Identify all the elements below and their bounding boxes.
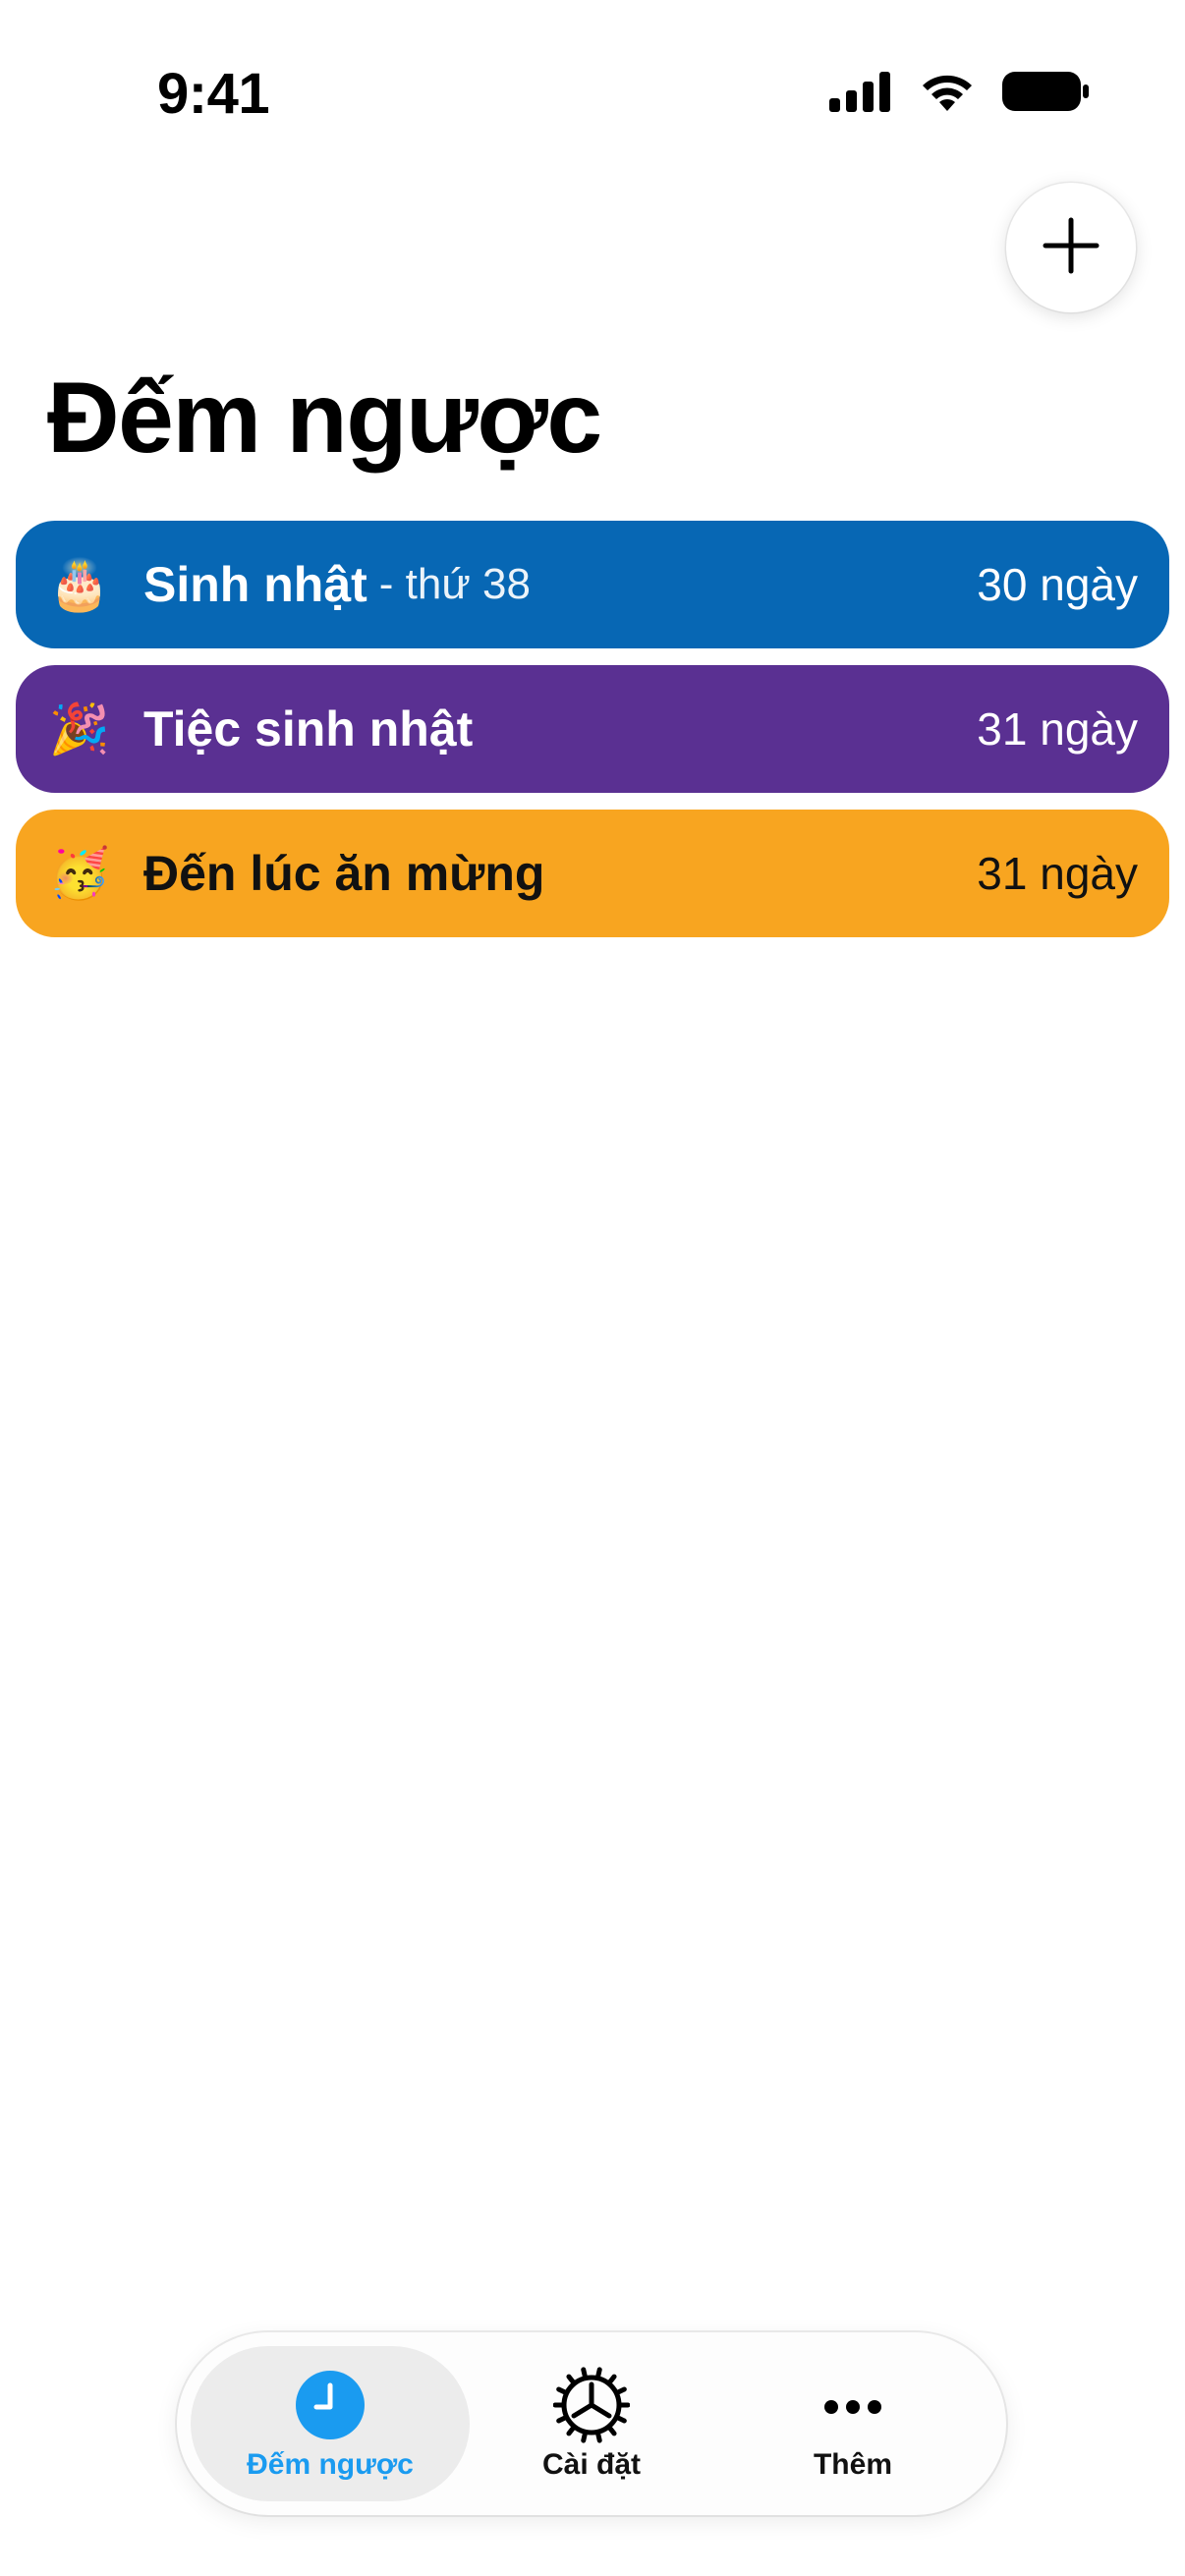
cellular-signal-icon [829,71,892,117]
status-icons [829,69,1091,118]
gear-icon [552,2366,631,2444]
countdown-title: Đến lúc ăn mừng [143,846,545,901]
countdown-title: Sinh nhật [143,557,367,612]
countdown-days: 31 ngày [977,703,1138,755]
clock-icon [291,2366,369,2444]
status-bar: 9:41 [0,0,1185,187]
tab-label: Đếm ngược [247,2448,414,2481]
plus-icon [1042,216,1100,280]
partying-face-icon: 🥳 [48,845,111,901]
tab-label: Thêm [813,2448,892,2481]
status-time: 9:41 [157,62,270,126]
battery-icon [1002,70,1091,118]
tab-settings[interactable]: Cài đặt [452,2346,731,2501]
party-popper-icon: 🎉 [48,700,111,756]
tab-more[interactable]: Thêm [713,2346,992,2501]
countdown-subtitle: - thứ 38 [378,560,531,608]
page-title: Đếm ngược [47,362,602,474]
countdown-list: 🎂 Sinh nhật - thứ 38 30 ngày 🎉 Tiệc sinh… [16,521,1169,954]
tab-countdown[interactable]: Đếm ngược [191,2346,470,2501]
tab-label: Cài đặt [541,2448,642,2481]
countdown-item-celebration[interactable]: 🥳 Đến lúc ăn mừng 31 ngày [16,810,1169,937]
wifi-icon [918,70,977,118]
countdown-item-birthday[interactable]: 🎂 Sinh nhật - thứ 38 30 ngày [16,521,1169,648]
add-countdown-button[interactable] [1006,183,1136,312]
countdown-item-birthday-party[interactable]: 🎉 Tiệc sinh nhật 31 ngày [16,665,1169,793]
countdown-title: Tiệc sinh nhật [143,701,474,756]
countdown-days: 30 ngày [977,559,1138,610]
more-icon [814,2366,892,2444]
tab-bar: Đếm ngược Cài đặt Thêm [177,2332,1006,2515]
birthday-cake-icon: 🎂 [48,556,111,612]
countdown-days: 31 ngày [977,848,1138,899]
